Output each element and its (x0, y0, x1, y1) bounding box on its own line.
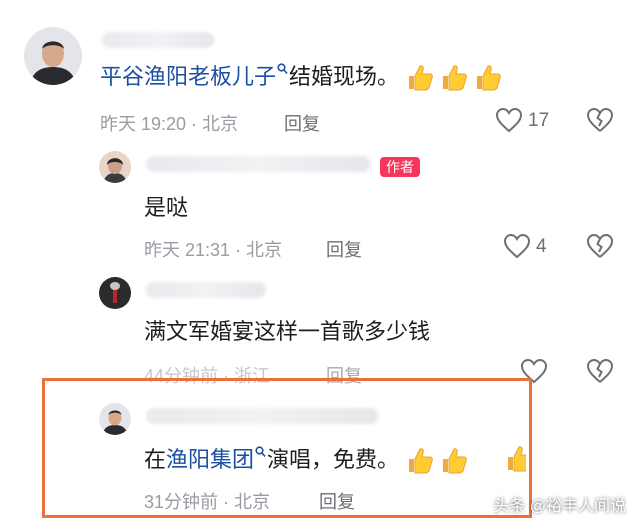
avatar[interactable] (24, 27, 82, 85)
broken-heart-icon[interactable] (586, 233, 614, 259)
thumbs-up-emoji (409, 65, 434, 91)
comment-text: 是哒 (144, 195, 189, 220)
username-blurred[interactable] (146, 282, 266, 298)
comment-text-rest: 结婚现场。 (289, 64, 400, 89)
like-count: 4 (536, 236, 547, 257)
search-icon (277, 63, 288, 75)
broken-heart-icon[interactable] (586, 107, 614, 133)
heart-icon[interactable] (503, 233, 531, 259)
highlight-annotation-box (42, 378, 532, 518)
username-blurred[interactable] (146, 156, 370, 172)
thumbs-up-emoji (477, 65, 502, 91)
avatar[interactable] (99, 151, 131, 183)
search-link[interactable]: 平谷渔阳老板儿子 (100, 64, 276, 89)
thumbs-up-emoji (443, 65, 468, 91)
comment-text: 满文军婚宴这样一首歌多少钱 (144, 319, 431, 344)
reply-button[interactable]: 回复 (284, 110, 320, 136)
broken-heart-icon[interactable] (586, 358, 614, 384)
watermark: 头条 @裕丰人间说 (493, 498, 626, 515)
comment-time-location: 昨天 21:31 · 北京 (144, 240, 283, 260)
author-badge: 作者 (380, 157, 420, 177)
reply-button[interactable]: 回复 (326, 236, 362, 262)
avatar[interactable] (99, 277, 131, 309)
comment-time-location: 昨天 19:20 · 北京 (100, 114, 239, 134)
like-count: 17 (528, 110, 550, 131)
heart-icon[interactable] (495, 107, 523, 133)
comment-text: 平谷渔阳老板儿子 结婚现场。 (100, 63, 503, 93)
username-blurred[interactable] (102, 32, 214, 48)
thumbs-up-emojis (405, 63, 503, 93)
